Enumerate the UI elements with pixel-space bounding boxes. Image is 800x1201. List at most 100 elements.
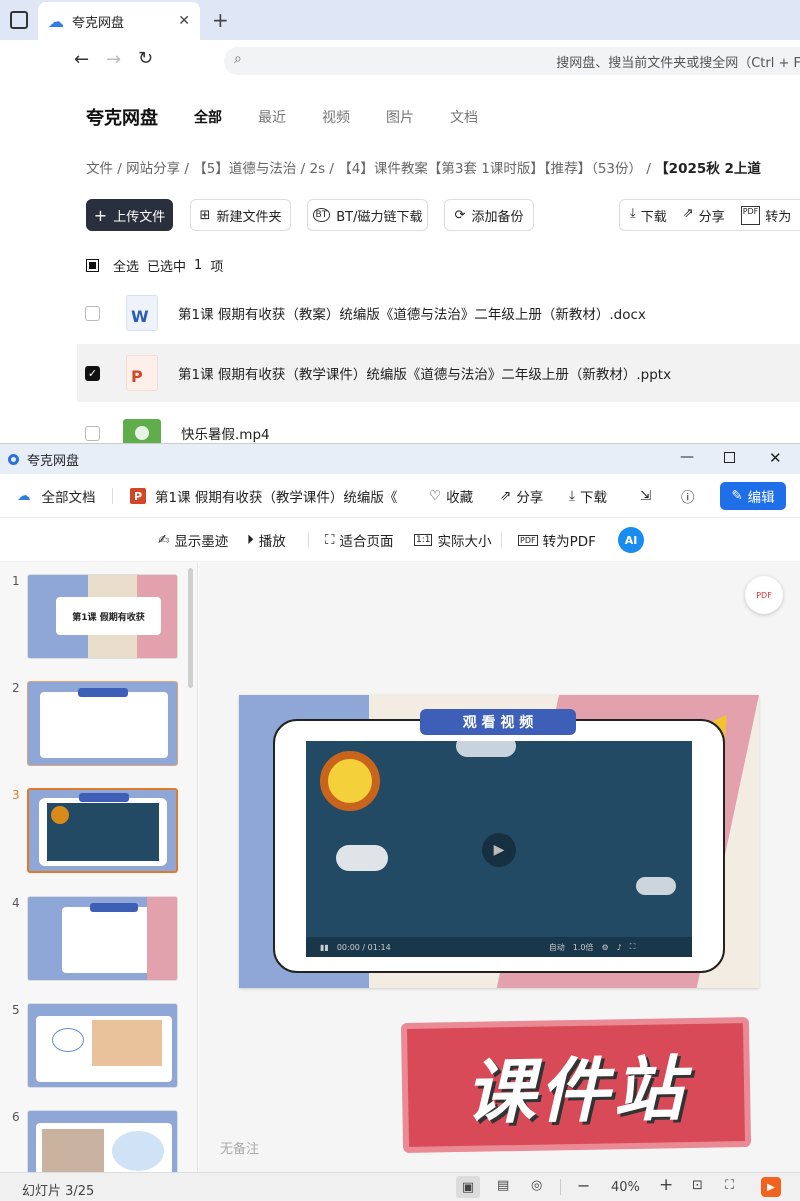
tab-video[interactable]: 视频 [322,107,350,127]
zoom-in-icon[interactable]: + [659,1175,673,1195]
slide-title: 观 看 视 频 [420,709,576,735]
zoom-level[interactable]: 40% [611,1180,640,1195]
fullscreen-icon[interactable]: ⛶ [630,942,636,952]
convert-action[interactable]: PDF 转为 [740,205,792,225]
play-button[interactable]: ⏵ 播放 [247,518,286,562]
screenshot-pdf-icon[interactable]: PDF [745,576,783,614]
tab-image[interactable]: 图片 [386,107,414,127]
slide-thumbnail-4[interactable] [27,896,178,981]
select-all-row: 全选 已选中 1 项 [86,256,223,275]
slide-thumbnail-3[interactable] [27,788,178,873]
crumb-courseware[interactable]: 【4】课件教案【第3套 1课时版】【推荐】（53份） [338,161,642,177]
backup-label: 添加备份 [471,209,524,225]
file-checkbox[interactable] [85,305,100,321]
file-row[interactable]: ✓ P 第1课 假期有收获（教学课件）统编版《道德与法治》二年级上册（新教材）.… [77,344,800,402]
cloud-icon [456,741,516,757]
slide-thumbnail-1[interactable]: 第1课 假期有收获 [27,574,178,659]
select-all-checkbox[interactable] [86,259,99,272]
bt-download-button[interactable]: BT BT/磁力链下载 [307,199,428,231]
selected-unit: 项 [210,260,224,275]
all-docs-label: 全部文档 [41,490,96,506]
file-row[interactable]: W 第1课 假期有收获（教案）统编版《道德与法治》二年级上册（新教材）.docx [77,284,800,342]
maximize-icon[interactable] [724,452,735,463]
ai-assistant-icon[interactable]: AI [618,527,644,553]
all-docs-button[interactable]: ☁ 全部文档 [17,474,96,518]
tab-close-icon[interactable]: ✕ [178,13,190,29]
tab-recent[interactable]: 最近 [258,107,286,127]
current-slide: 观 看 视 频 ▶ ▮▮ 00:00 / 01:14 自动 1.0倍 ⚙ ♪ ⛶ [239,695,759,988]
slide-thumbnail-5[interactable] [27,1003,178,1088]
upload-button[interactable]: + 上传文件 [86,199,173,231]
edit-button[interactable]: ✎ 编辑 [720,482,786,510]
slide-thumbnail-2[interactable] [27,681,178,766]
document-viewer-window: 夸克网盘 — ✕ ☁ 全部文档 P 第1课 假期有收获（教学课件）统编版《 ♡ … [0,443,800,1201]
video-player[interactable]: ▶ ▮▮ 00:00 / 01:14 自动 1.0倍 ⚙ ♪ ⛶ [306,741,692,957]
video-pause-icon[interactable]: ▮▮ [320,943,329,952]
window-close-icon[interactable]: ✕ [769,449,782,467]
reload-icon[interactable]: ↻ [138,48,153,69]
toolbar-divider [112,488,113,504]
actual-size-button[interactable]: 1:1 实际大小 [414,518,491,562]
fullscreen-icon[interactable]: ⛶ [725,1178,734,1193]
viewer-download-button[interactable]: ⤓ 下载 [569,474,607,518]
zoom-out-icon[interactable]: − [577,1176,590,1195]
tab-document[interactable]: 文档 [450,107,478,127]
select-all-label[interactable]: 全选 [113,256,139,275]
show-ink-button[interactable]: ✍ 显示墨迹 [158,518,228,562]
notes-view-icon[interactable]: ▤ [497,1178,509,1193]
add-backup-button[interactable]: ⟳ 添加备份 [444,199,534,231]
thumbnail-scrollbar[interactable] [188,568,193,688]
word-file-icon: W [126,295,158,331]
sun-icon [320,751,380,811]
download-action[interactable]: ⤓ 下载 [630,206,667,225]
export-icon[interactable]: ⇲ [640,474,651,518]
minimize-icon[interactable]: — [680,449,694,465]
convert-label: 转为 [765,209,792,225]
crumb-share[interactable]: 网站分享 [126,161,180,177]
collect-label: 收藏 [446,490,474,506]
tab-all[interactable]: 全部 [194,107,222,127]
actual-label: 实际大小 [437,534,492,550]
fit-page-button[interactable]: ⛶ 适合页面 [325,518,393,562]
slide-thumbnail-6[interactable] [27,1110,178,1172]
doc-title-area: P 第1课 假期有收获（教学课件）统编版《 [130,474,397,518]
volume-icon[interactable]: ♪ [617,943,622,952]
tab-title: 夸克网盘 [72,15,125,31]
forward-arrow-icon[interactable]: → [106,49,121,70]
video-controls: ▮▮ 00:00 / 01:14 自动 1.0倍 ⚙ ♪ ⛶ [306,937,692,957]
slideshow-play-icon[interactable]: ▶ [761,1177,781,1197]
new-folder-label: 新建文件夹 [216,209,282,225]
new-folder-button[interactable]: ⊞ 新建文件夹 [190,199,291,231]
file-checkbox[interactable]: ✓ [85,365,100,381]
globe-icon[interactable]: ◎ [531,1178,542,1193]
share-label: 分享 [698,209,725,225]
to-pdf-button[interactable]: PDF 转为PDF [518,518,596,562]
back-arrow-icon[interactable]: ← [74,49,89,70]
fit-screen-icon[interactable]: ⊡ [692,1178,703,1193]
browser-tab[interactable]: ☁ 夸克网盘 ✕ [38,2,200,40]
selected-text: 已选中 [147,260,187,275]
address-input[interactable]: ⌕ 搜网盘、搜当前文件夹或搜全网（Ctrl + F） [224,47,800,75]
tab-search-icon[interactable] [10,11,28,29]
video-play-icon[interactable]: ▶ [482,833,516,867]
viewer-share-button[interactable]: ⇗ 分享 [500,474,543,518]
settings-icon[interactable]: ⚙ [601,943,608,952]
notes-placeholder[interactable]: 无备注 [220,1138,259,1157]
normal-view-icon[interactable]: ▣ [456,1176,480,1198]
video-time: 00:00 / 01:14 [336,942,391,952]
crumb-2s[interactable]: 2s [310,161,326,177]
crumb-moral[interactable]: 【5】道德与法治 [193,161,296,177]
crumb-files[interactable]: 文件 [86,161,113,177]
file-checkbox[interactable] [85,425,100,441]
share-action[interactable]: ⇗ 分享 [683,206,725,225]
file-name: 第1课 假期有收获（教学课件）统编版《道德与法治》二年级上册（新教材）.pptx [178,367,672,383]
feedback-icon[interactable]: ⓘ [681,474,695,518]
collect-button[interactable]: ♡ 收藏 [429,474,473,518]
video-auto[interactable]: 自动 [549,942,565,953]
crumb-current: 【2025秋 2上道 [655,161,761,177]
file-actions-group: ⤓ 下载 ⇗ 分享 PDF 转为 [619,199,800,231]
video-speed[interactable]: 1.0倍 [573,942,594,953]
slide-number: 5 [12,1003,20,1017]
toolbar-divider [308,532,309,548]
new-tab-icon[interactable]: + [212,8,229,32]
